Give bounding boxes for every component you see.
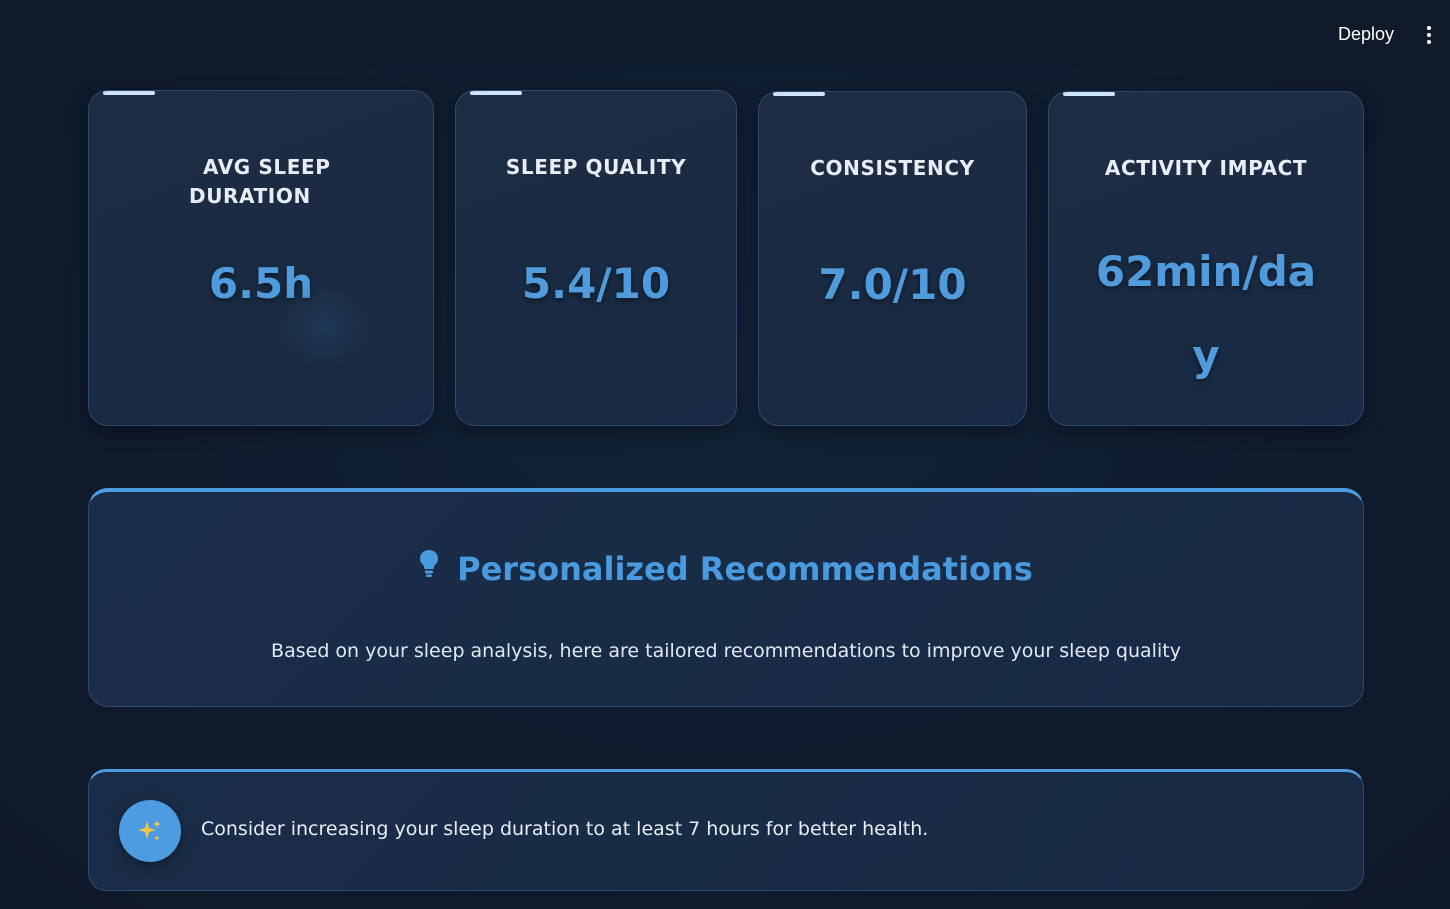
metric-value: 6.5h <box>208 259 314 308</box>
metric-label: ACTIVITY IMPACT <box>1104 156 1308 180</box>
recommendations-title: Personalized Recommendations <box>457 550 1033 588</box>
sparkles-icon <box>119 800 181 862</box>
metric-card-consistency: CONSISTENCY 7.0/10 <box>758 91 1027 426</box>
recommendations-subtitle: Based on your sleep analysis, here are t… <box>271 640 1181 662</box>
metric-value: 62min/da y <box>1049 230 1363 398</box>
card-accent <box>470 91 522 95</box>
top-bar: Deploy <box>0 0 1450 66</box>
recommendation-text: Consider increasing your sleep duration … <box>201 818 929 840</box>
card-accent <box>1063 92 1115 96</box>
deploy-button[interactable]: Deploy <box>1338 22 1394 47</box>
card-accent <box>103 91 155 95</box>
recommendation-item: Consider increasing your sleep duration … <box>88 769 1364 891</box>
metric-value: 7.0/10 <box>818 260 967 309</box>
metric-value-line2: y <box>1192 331 1220 380</box>
glow-decoration <box>279 281 369 371</box>
metric-card-activity-impact: ACTIVITY IMPACT 62min/da y <box>1048 91 1364 426</box>
metric-label-line1: AVG SLEEP <box>203 155 331 179</box>
app-root: Deploy AVG SLEEP DURATION 6.5h SLEEP QUA… <box>0 0 1450 909</box>
lightbulb-icon <box>419 549 439 587</box>
metric-label-line2: DURATION <box>189 184 311 208</box>
metric-card-avg-sleep: AVG SLEEP DURATION 6.5h <box>88 90 434 426</box>
metric-label: AVG SLEEP DURATION <box>189 153 331 211</box>
recommendations-panel: Personalized Recommendations Based on yo… <box>88 488 1364 707</box>
metric-card-sleep-quality: SLEEP QUALITY 5.4/10 <box>455 90 737 426</box>
metric-label: SLEEP QUALITY <box>505 155 687 179</box>
metric-value-line1: 62min/da <box>1095 247 1317 296</box>
card-accent <box>773 92 825 96</box>
more-vertical-icon[interactable] <box>1426 26 1432 46</box>
recommendations-header: Personalized Recommendations <box>89 550 1363 588</box>
metric-value: 5.4/10 <box>521 259 671 308</box>
metric-label: CONSISTENCY <box>810 156 975 180</box>
